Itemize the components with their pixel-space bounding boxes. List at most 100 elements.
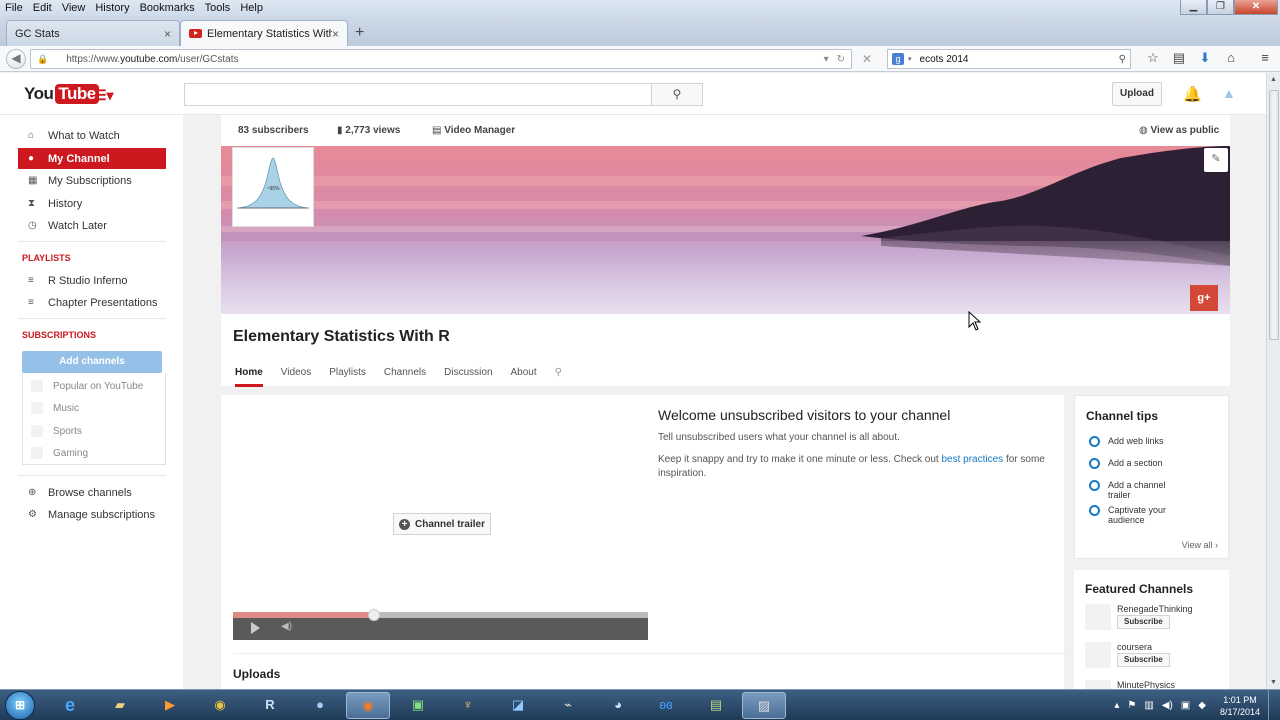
tab-about[interactable]: About — [511, 367, 537, 387]
guide-item-what-to-watch[interactable]: ⌂ What to Watch — [18, 125, 166, 146]
upload-button[interactable]: Upload — [1112, 82, 1162, 106]
chat-app-icon[interactable]: ◕ — [596, 692, 640, 719]
network-icon[interactable]: ▥ — [1144, 700, 1153, 711]
menu-view[interactable]: View — [57, 2, 91, 14]
guide-item-watch-later[interactable]: ◷ Watch Later — [18, 215, 166, 236]
menu-tools[interactable]: Tools — [200, 2, 236, 14]
channel-trailer-button[interactable]: + Channel trailer — [393, 513, 491, 535]
menu-file[interactable]: File — [0, 2, 28, 14]
guide-item-manage-subscriptions[interactable]: ⚙ Manage subscriptions — [18, 504, 166, 525]
show-hidden-icons-icon[interactable]: ▴ — [1114, 700, 1119, 711]
butterfly-app-icon[interactable]: ʚɞ — [644, 692, 688, 719]
dropdown-icon[interactable]: ▾ — [824, 54, 829, 65]
downloads-icon[interactable]: ⬇ — [1192, 50, 1218, 66]
address-bar[interactable]: 🔒 https://www.youtube.com/user/GCstats ▾… — [30, 49, 852, 69]
menu-history[interactable]: History — [90, 2, 134, 14]
new-tab-button[interactable]: + — [355, 24, 364, 42]
tab-playlists[interactable]: Playlists — [329, 367, 366, 387]
subscription-item[interactable]: Popular on YouTube — [23, 375, 163, 397]
search-engine-dropdown-icon[interactable]: ▾ — [908, 55, 912, 63]
close-window-button[interactable]: ✕ — [1234, 0, 1278, 15]
best-practices-link[interactable]: best practices — [941, 454, 1003, 465]
progress-bar[interactable] — [233, 612, 648, 618]
file-explorer-icon[interactable]: ▰ — [98, 692, 142, 719]
progress-scrubber[interactable] — [368, 609, 381, 621]
view-all-link[interactable]: View all › — [1182, 540, 1218, 550]
close-tab-icon[interactable]: × — [332, 27, 339, 41]
bookmarks-menu-icon[interactable]: ▤ — [1166, 50, 1192, 66]
restore-button[interactable]: ❐ — [1207, 0, 1234, 15]
tip-item[interactable]: Add a channel trailer — [1089, 480, 1174, 500]
tray-app-icon[interactable]: ◆ — [1198, 700, 1206, 711]
show-desktop-button[interactable] — [1268, 690, 1280, 720]
channel-thumbnail[interactable] — [1085, 604, 1111, 630]
search-icon[interactable]: ⚲ — [1119, 54, 1126, 65]
youtube-search-input[interactable] — [184, 83, 652, 106]
play-icon[interactable] — [251, 622, 260, 634]
scroll-up-icon[interactable]: ▲ — [1270, 76, 1277, 83]
reload-icon[interactable]: ↻ — [837, 54, 845, 65]
menu-edit[interactable]: Edit — [28, 2, 57, 14]
guide-item-my-channel[interactable]: ● My Channel — [18, 148, 166, 169]
channel-thumbnail[interactable] — [1085, 642, 1111, 668]
tip-item[interactable]: Captivate your audience — [1089, 505, 1174, 525]
vertical-scrollbar[interactable]: ▲ ▼ — [1266, 73, 1280, 689]
close-tab-icon[interactable]: × — [164, 27, 171, 41]
tab-gc-stats[interactable]: GC Stats × — [6, 20, 180, 46]
volume-icon[interactable]: ◀) — [281, 621, 292, 632]
featured-channel-name[interactable]: coursera — [1117, 642, 1152, 652]
back-button[interactable]: ◀ — [6, 49, 26, 69]
google-icon[interactable]: g — [892, 53, 904, 65]
menu-bookmarks[interactable]: Bookmarks — [135, 2, 200, 14]
bookmark-star-icon[interactable]: ☆ — [1140, 50, 1166, 66]
terminal-icon[interactable]: ▣ — [396, 692, 440, 719]
volume-icon[interactable]: ◀) — [1162, 700, 1173, 711]
flag-icon[interactable]: ⚑ — [1127, 700, 1136, 711]
start-button[interactable]: ⊞ — [5, 691, 35, 720]
guide-menu-icon[interactable]: ☰▾ — [94, 87, 114, 104]
guide-item-browse-channels[interactable]: ⊕ Browse channels — [18, 482, 166, 503]
guide-item-my-subscriptions[interactable]: ▦ My Subscriptions — [18, 170, 166, 191]
notifications-bell-icon[interactable]: 🔔 — [1183, 85, 1202, 103]
view-as-public-link[interactable]: ◍ View as public — [1139, 125, 1219, 136]
minimize-button[interactable]: ▁ — [1180, 0, 1207, 15]
google-plus-icon[interactable]: g+ — [1190, 285, 1218, 311]
menu-help[interactable]: Help — [235, 2, 268, 14]
network-app-icon[interactable]: ⌁ — [546, 692, 590, 719]
channel-search-icon[interactable]: ⚲ — [555, 367, 562, 387]
subscription-item[interactable]: Music — [23, 397, 163, 419]
tip-item[interactable]: Add a section — [1089, 458, 1174, 469]
firefox-icon[interactable]: ◉ — [346, 692, 390, 719]
tip-item[interactable]: Add web links — [1089, 436, 1174, 447]
account-avatar-icon[interactable]: ▲ — [1222, 85, 1238, 101]
scroll-down-icon[interactable]: ▼ — [1270, 679, 1277, 686]
menu-icon[interactable]: ≡ — [1252, 50, 1278, 66]
guide-item-history[interactable]: ⧗ History — [18, 193, 166, 214]
guide-playlist-r-studio-inferno[interactable]: ≡ R Studio Inferno — [18, 270, 166, 291]
scrollbar-thumb[interactable] — [1269, 90, 1279, 340]
featured-channel-name[interactable]: MinutePhysics — [1117, 680, 1175, 689]
app-icon[interactable]: ◪ — [496, 692, 540, 719]
stop-icon[interactable]: ✕ — [862, 52, 872, 66]
add-channels-button[interactable]: Add channels — [22, 351, 162, 373]
tab-channels[interactable]: Channels — [384, 367, 426, 387]
subscription-item[interactable]: Sports — [23, 420, 163, 442]
globe-app-icon[interactable]: ● — [298, 692, 342, 719]
edit-banner-pencil-icon[interactable]: ✎ — [1204, 148, 1228, 172]
tab-youtube-channel[interactable]: Elementary Statistics With ... × — [180, 20, 348, 46]
channel-thumbnail[interactable] — [1085, 680, 1111, 689]
python-icon[interactable]: ♆ — [446, 692, 490, 719]
browser-search-bar[interactable]: g ▾ ecots 2014 ⚲ — [887, 49, 1131, 69]
home-icon[interactable]: ⌂ — [1218, 50, 1244, 66]
media-player-icon[interactable]: ▶ — [148, 692, 192, 719]
channel-avatar[interactable]: ~95% — [232, 147, 314, 227]
youtube-logo[interactable]: You Tube — [24, 84, 99, 104]
views-stat[interactable]: ▮ 2,773 views — [337, 125, 400, 136]
subscribe-button[interactable]: Subscribe — [1117, 653, 1170, 667]
camtasia-app-icon[interactable]: ▨ — [742, 692, 786, 719]
tab-home[interactable]: Home — [235, 367, 263, 387]
subscription-item[interactable]: Gaming — [23, 442, 163, 464]
subscribe-button[interactable]: Subscribe — [1117, 615, 1170, 629]
r-icon[interactable]: R — [248, 692, 292, 719]
chrome-icon[interactable]: ◉ — [198, 692, 242, 719]
